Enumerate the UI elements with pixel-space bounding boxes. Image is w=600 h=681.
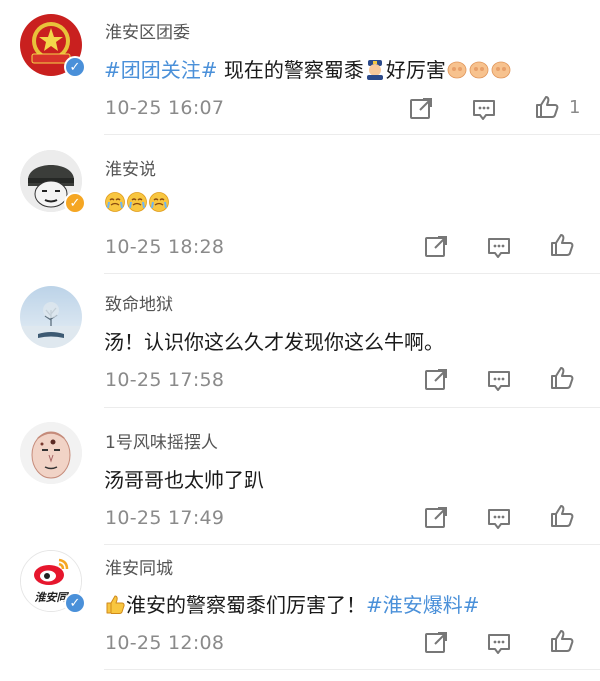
comment-icon[interactable]: [470, 95, 498, 123]
repost-icon[interactable]: [422, 233, 450, 261]
like-count: 1: [569, 97, 581, 118]
comment-icon[interactable]: [485, 629, 513, 657]
hashtag-link[interactable]: #淮安爆料#: [366, 593, 480, 617]
verified-badge-icon: ✓: [64, 56, 86, 78]
divider: [104, 544, 600, 545]
avatar[interactable]: 淮安同 ✓: [20, 550, 86, 614]
comment-author-name[interactable]: 1号风味摇摆人: [105, 428, 218, 453]
repost-icon[interactable]: [422, 366, 450, 394]
comment-timestamp: 10-25 18:28: [105, 236, 225, 258]
comment-text: 淮安的警察蜀黍们厉害了！#淮安爆料#: [104, 589, 480, 620]
comment-text-part: 好厉害: [385, 58, 446, 82]
comment-text: [104, 191, 170, 218]
comment-icon[interactable]: [485, 233, 513, 261]
repost-icon[interactable]: [407, 95, 435, 123]
divider: [104, 407, 600, 408]
comment-text: #团团关注# 现在的警察蜀黍 好厉害: [104, 54, 512, 85]
thumbs-up-icon[interactable]: [548, 231, 576, 259]
avatar[interactable]: ✓: [20, 14, 86, 78]
thumbs-up-icon[interactable]: [533, 93, 561, 121]
clapping-hands-emoji-icon: [446, 58, 512, 85]
comment-icon[interactable]: [485, 504, 513, 532]
comment-feed: ✓ 淮安区团委 #团团关注# 现在的警察蜀黍 好厉害 10-25 16:07 1: [0, 0, 600, 681]
avatar[interactable]: [20, 286, 82, 348]
thumbs-up-icon[interactable]: [548, 502, 576, 530]
comment-author-name[interactable]: 淮安说: [105, 155, 156, 180]
repost-icon[interactable]: [422, 629, 450, 657]
crying-face-emoji-icon: [104, 191, 170, 218]
hashtag-link[interactable]: #团团关注#: [104, 58, 218, 82]
verified-badge-icon: ✓: [64, 592, 86, 614]
avatar[interactable]: ✓: [20, 150, 86, 214]
comment-text: 汤！认识你这么久才发现你这么牛啊。: [104, 330, 444, 354]
comment-timestamp: 10-25 17:58: [105, 369, 225, 391]
divider: [104, 669, 600, 670]
comment-text: 汤哥哥也太帅了趴: [104, 468, 264, 492]
comment-timestamp: 10-25 16:07: [105, 97, 225, 119]
avatar[interactable]: [20, 422, 82, 484]
comment-timestamp: 10-25 17:49: [105, 507, 225, 529]
verified-badge-icon: ✓: [64, 192, 86, 214]
divider: [104, 134, 600, 135]
thumbs-up-emoji-icon: [104, 593, 126, 620]
thumbs-up-icon[interactable]: [548, 627, 576, 655]
comment-author-name[interactable]: 致命地狱: [105, 290, 173, 315]
comment-author-name[interactable]: 淮安同城: [105, 554, 173, 579]
repost-icon[interactable]: [422, 504, 450, 532]
comment-text-part: 现在的警察蜀黍: [217, 58, 364, 82]
comment-timestamp: 10-25 12:08: [105, 632, 225, 654]
divider: [104, 273, 600, 274]
comment-author-name[interactable]: 淮安区团委: [105, 18, 190, 43]
comment-icon[interactable]: [485, 366, 513, 394]
face-sketch-icon: [20, 422, 82, 484]
winter-tree-icon: [20, 286, 82, 348]
police-emoji-icon: [364, 58, 386, 85]
comment-text-part: 淮安的警察蜀黍们厉害了！: [126, 593, 366, 617]
thumbs-up-icon[interactable]: [548, 364, 576, 392]
